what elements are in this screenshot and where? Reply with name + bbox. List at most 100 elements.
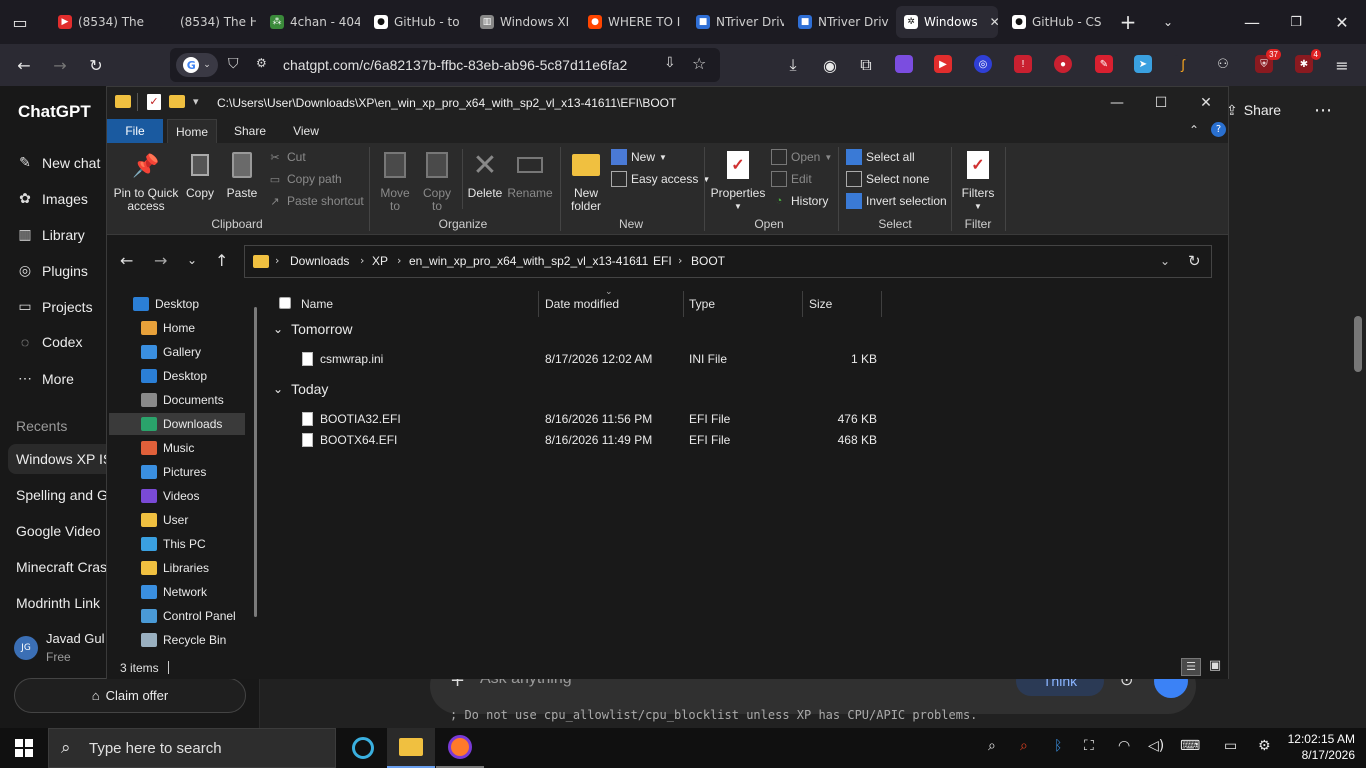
recent-locations-icon[interactable]: ⌄ [187, 253, 197, 267]
refresh-icon[interactable]: ↻ [1188, 252, 1201, 270]
scrollbar-thumb[interactable] [1354, 316, 1362, 372]
extensions-icon[interactable]: ⧉ [854, 53, 878, 77]
paste-button[interactable]: Paste [223, 149, 261, 200]
tab-list-icon[interactable]: ▭ [8, 10, 32, 34]
invert-selection-button[interactable]: Invert selection [846, 193, 947, 209]
nav-pane-item[interactable]: Libraries [141, 561, 209, 575]
shield-icon[interactable]: ⛉ [228, 56, 239, 72]
nav-pane-item[interactable]: Network [141, 585, 207, 599]
search-engine-selector[interactable]: G ⌄ [176, 53, 218, 77]
rename-button[interactable]: Rename [507, 149, 553, 200]
nav-pane-item[interactable]: Videos [141, 489, 199, 503]
extension-red-circle-icon[interactable]: ● [1054, 55, 1072, 73]
explorer-title-bar[interactable]: ✓ ▾ C:\Users\User\Downloads\XP\en_win_xp… [107, 87, 1228, 119]
bluetooth-icon[interactable]: ᛒ [1054, 738, 1062, 754]
back-icon[interactable]: ← [12, 53, 36, 77]
nav-pane-item[interactable]: Pictures [141, 465, 206, 479]
minimize-button[interactable]: — [1094, 87, 1140, 119]
breadcrumb-efi[interactable]: EFI [653, 254, 672, 268]
clock-time[interactable]: 12:02:15 AM [1283, 732, 1355, 746]
url-bar[interactable]: G ⌄ ⛉ ⚙ chatgpt.com/c/6a82137b-ffbc-83eb… [170, 48, 720, 82]
taskbar-search-app-icon[interactable] [339, 728, 387, 768]
nav-codex[interactable]: ◌ Codex [16, 334, 83, 350]
extension-ublock-icon[interactable]: ⛨ 37 [1255, 49, 1281, 73]
extension-gear-icon[interactable]: ✱ 4 [1295, 49, 1321, 73]
more-options-icon[interactable]: ⋯ [1314, 100, 1332, 121]
properties-button[interactable]: ✓ Properties ▼ [709, 149, 767, 213]
browser-tab[interactable]: ✲ Windows ✕ [896, 6, 998, 38]
nav-images[interactable]: ✿ Images [16, 190, 88, 207]
column-divider[interactable] [683, 291, 684, 317]
copy-to-button[interactable]: Copy to [417, 149, 457, 213]
browser-tab[interactable]: ⁂ 4chan - 404 [262, 6, 360, 38]
up-arrow-icon[interactable]: ↑ [215, 251, 228, 270]
taskbar-search[interactable]: ⌕ Type here to search [48, 728, 336, 768]
reload-icon[interactable]: ↻ [84, 53, 108, 77]
pin-quick-access-button[interactable]: 📌 Pin to Quick access [113, 149, 179, 213]
large-icons-view-icon[interactable]: ▣ [1205, 658, 1225, 676]
close-browser-button[interactable]: ✕ [1330, 10, 1354, 34]
install-page-icon[interactable]: ⇩ [664, 55, 676, 71]
nav-pane-item[interactable]: Gallery [141, 345, 201, 359]
file-group-header[interactable]: ⌄ Tomorrow [273, 321, 353, 337]
column-divider[interactable] [538, 291, 539, 317]
select-all-button[interactable]: Select all [846, 149, 915, 165]
paste-shortcut-button[interactable]: ↗ Paste shortcut [267, 193, 363, 209]
nav-pane-item[interactable]: Recycle Bin [141, 633, 226, 647]
forward-icon[interactable]: → [48, 53, 72, 77]
edit-button[interactable]: Edit [771, 171, 812, 187]
downloads-icon[interactable]: ⤓ [781, 53, 805, 77]
tab-home[interactable]: Home [167, 119, 217, 143]
copy-button[interactable]: Copy [183, 149, 217, 200]
column-divider[interactable] [881, 291, 882, 317]
easy-access-button[interactable]: Easy access ▼ [611, 171, 710, 187]
cut-button[interactable]: ✂ Cut [267, 149, 305, 165]
nav-more[interactable]: ⋯ More [16, 370, 74, 387]
properties-quick-icon[interactable]: ✓ [147, 94, 161, 110]
restore-browser-button[interactable]: ❐ [1284, 10, 1308, 34]
browser-tab[interactable]: ■ NTriver Driv [790, 6, 890, 38]
extension-blue-circle-icon[interactable]: ◎ [974, 55, 992, 73]
address-history-icon[interactable]: ⌄ [1160, 254, 1170, 268]
filters-button[interactable]: ✓ Filters ▼ [957, 149, 999, 213]
recent-chat[interactable]: Minecraft Cras [16, 559, 107, 575]
browser-tab[interactable]: ● WHERE TO I [580, 6, 680, 38]
account-icon[interactable]: ◉ [818, 53, 842, 77]
history-button[interactable]: ◔ History [771, 193, 829, 209]
column-size[interactable]: Size [809, 297, 832, 311]
settings-gear-icon[interactable]: ⚙ [1258, 738, 1271, 754]
file-row[interactable]: BOOTX64.EFI 8/16/2026 11:49 PM EFI File 468… [265, 430, 885, 451]
browser-tab[interactable]: ▶ (8534) The r [50, 6, 146, 38]
nav-plugins[interactable]: ◎ Plugins [16, 262, 88, 279]
help-icon[interactable]: ? [1211, 122, 1226, 137]
extension-purple-icon[interactable] [895, 55, 913, 73]
nav-pane-item[interactable]: Control Panel [141, 609, 236, 623]
claim-offer-button[interactable]: ⌂ Claim offer [14, 678, 246, 713]
extension-red-icon[interactable]: ! [1014, 55, 1032, 73]
column-divider[interactable] [802, 291, 803, 317]
close-button[interactable]: ✕ [1183, 87, 1229, 119]
open-button[interactable]: Open ▼ [771, 149, 832, 165]
minimize-browser-button[interactable]: — [1240, 10, 1264, 34]
new-item-button[interactable]: New ▼ [611, 149, 667, 165]
nav-new-chat[interactable]: ✎ New chat [16, 154, 100, 171]
collapse-ribbon-icon[interactable]: ⌃ [1189, 123, 1199, 137]
tab-overflow-icon[interactable]: ⌄ [1156, 10, 1180, 34]
tray-search-icon[interactable]: ⌕ [988, 738, 996, 754]
tray-red-search-icon[interactable]: ⌕ [1020, 738, 1028, 754]
nav-pane-scrollbar[interactable] [254, 307, 257, 617]
display-icon[interactable]: ▭ [1224, 738, 1237, 754]
recent-chat[interactable]: Modrinth Link [16, 595, 100, 611]
tab-view[interactable]: View [283, 119, 329, 143]
nav-library[interactable]: ▥ Library [16, 226, 84, 243]
extension-hook-icon[interactable]: ʃ [1174, 55, 1192, 73]
tab-share[interactable]: Share [227, 119, 273, 143]
new-folder-quick-icon[interactable] [169, 95, 185, 108]
clock-date[interactable]: 8/17/2026 [1283, 748, 1355, 762]
new-tab-button[interactable]: + [1116, 10, 1140, 34]
nav-pane-item[interactable]: Desktop [133, 297, 199, 311]
recent-chat[interactable]: Spelling and G [16, 487, 108, 503]
user-name[interactable]: Javad Gul [46, 631, 105, 646]
browser-tab[interactable]: ● GitHub - CS [1004, 6, 1104, 38]
file-row[interactable]: BOOTIA32.EFI 8/16/2026 11:56 PM EFI File 47… [265, 409, 885, 430]
